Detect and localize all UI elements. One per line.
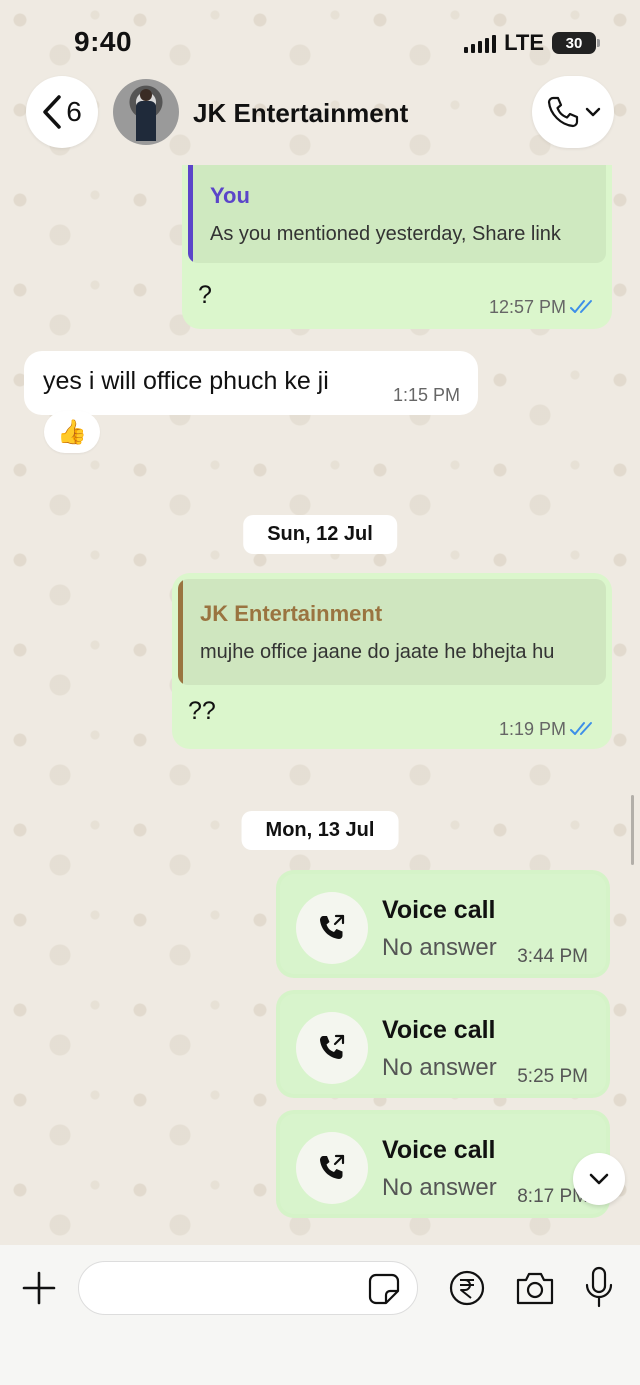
chat-header: 6 JK Entertainment	[0, 76, 640, 150]
chevron-down-icon	[589, 1173, 609, 1185]
voice-call-card[interactable]: Voice call No answer 5:25 PM	[276, 990, 610, 1098]
outgoing-message[interactable]: JK Entertainment mujhe office jaane do j…	[172, 573, 612, 749]
read-ticks-icon	[570, 300, 592, 313]
quoted-message[interactable]: You As you mentioned yesterday, Share li…	[188, 165, 606, 263]
battery-icon: 30	[552, 32, 600, 54]
sticker-icon	[368, 1273, 400, 1305]
quote-author: You	[210, 183, 250, 208]
plus-icon	[22, 1271, 56, 1305]
quote-author: JK Entertainment	[200, 601, 383, 626]
call-status: No answer	[382, 1054, 497, 1081]
battery-level: 30	[565, 34, 583, 52]
contact-name[interactable]: JK Entertainment	[193, 98, 408, 129]
voice-call-card[interactable]: Voice call No answer 8:17 PM	[276, 1110, 610, 1218]
attach-button[interactable]	[18, 1267, 60, 1309]
message-time: 1:19 PM	[498, 719, 566, 739]
message-list[interactable]: You As you mentioned yesterday, Share li…	[0, 165, 640, 1243]
outgoing-call-icon	[296, 1012, 368, 1084]
message-text: ?	[198, 281, 212, 309]
date-separator: Mon, 13 Jul	[241, 811, 399, 850]
camera-button[interactable]	[514, 1269, 556, 1307]
voice-call-card[interactable]: Voice call No answer 3:44 PM	[276, 870, 610, 978]
outgoing-message[interactable]: You As you mentioned yesterday, Share li…	[182, 165, 612, 329]
chevron-down-icon	[585, 107, 601, 117]
incoming-message[interactable]: yes i will office phuch ke ji 1:15 PM	[24, 351, 478, 415]
signal-icon	[464, 33, 497, 53]
read-ticks-icon	[570, 722, 592, 735]
outgoing-call-icon	[296, 1132, 368, 1204]
quote-text: mujhe office jaane do jaate he bhejta hu	[200, 641, 555, 663]
sticker-button[interactable]	[366, 1271, 402, 1307]
reaction-thumbs-up[interactable]: 👍	[44, 411, 100, 453]
call-title: Voice call	[382, 1016, 496, 1044]
composer-bar	[0, 1245, 640, 1385]
call-title: Voice call	[382, 1136, 496, 1164]
call-time: 3:44 PM	[517, 946, 588, 967]
message-text: yes i will office phuch ke ji	[43, 367, 329, 395]
outgoing-call-icon	[296, 892, 368, 964]
rupee-icon	[449, 1270, 485, 1306]
quote-accent-bar	[188, 165, 193, 263]
back-button[interactable]: 6	[26, 76, 98, 148]
date-separator: Sun, 12 Jul	[243, 515, 397, 554]
status-bar: 9:40 LTE 30	[0, 0, 640, 80]
quote-accent-bar	[178, 579, 183, 685]
payment-button[interactable]	[448, 1269, 486, 1307]
message-time: 1:15 PM	[392, 385, 460, 405]
call-title: Voice call	[382, 896, 496, 924]
call-time: 5:25 PM	[517, 1066, 588, 1087]
message-text: ??	[188, 697, 216, 725]
quote-text: As you mentioned yesterday, Share link	[210, 223, 561, 245]
message-time: 12:57 PM	[488, 297, 566, 317]
camera-icon	[516, 1272, 554, 1305]
call-status: No answer	[382, 934, 497, 961]
phone-icon	[547, 96, 579, 128]
unread-count: 6	[66, 96, 82, 127]
status-indicators: LTE 30	[464, 30, 600, 56]
scroll-indicator[interactable]	[631, 795, 634, 865]
call-button[interactable]	[532, 76, 614, 148]
call-status: No answer	[382, 1174, 497, 1201]
scroll-to-bottom-button[interactable]	[573, 1153, 625, 1205]
quoted-message[interactable]: JK Entertainment mujhe office jaane do j…	[178, 579, 606, 685]
mic-icon	[585, 1266, 613, 1308]
avatar[interactable]	[113, 79, 179, 145]
status-time: 9:40	[74, 26, 133, 57]
network-type: LTE	[504, 30, 544, 55]
voice-message-button[interactable]	[582, 1265, 616, 1309]
back-chevron-icon	[43, 95, 61, 129]
